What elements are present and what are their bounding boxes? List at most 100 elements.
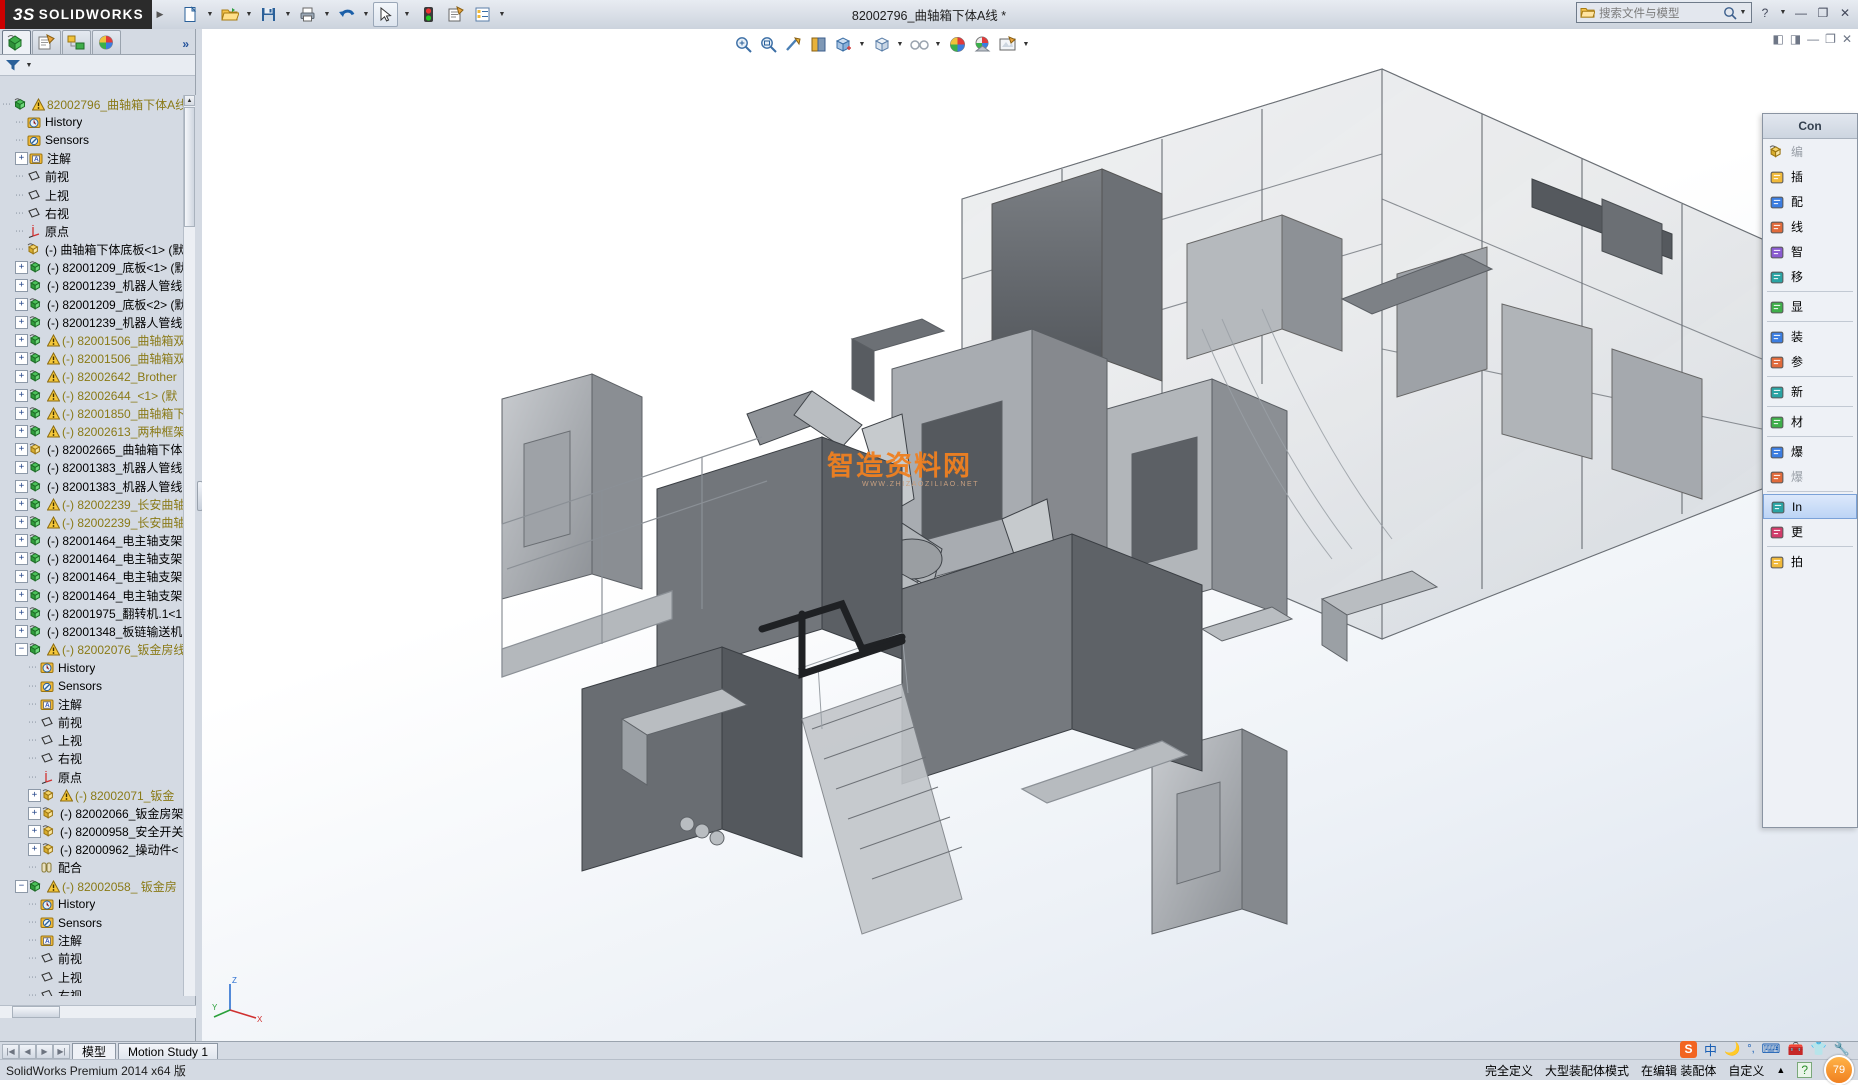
- tree-item[interactable]: ⋯ 上视: [0, 732, 196, 750]
- tree-item[interactable]: + (-) 82001506_曲轴箱双: [0, 331, 196, 349]
- feature-tree[interactable]: ⋯ 82002796_曲轴箱下体A线 ⋯ History ⋯ Sensors + A 注解 ⋯ 前视…: [0, 95, 196, 996]
- expand-icon[interactable]: +: [15, 279, 28, 293]
- expand-icon[interactable]: +: [15, 443, 28, 457]
- expand-icon[interactable]: +: [15, 479, 28, 493]
- new-document-button[interactable]: [178, 2, 203, 27]
- open-document-caret-icon[interactable]: ▼: [244, 11, 254, 18]
- print-button[interactable]: [295, 2, 320, 27]
- minimize-button[interactable]: —: [1792, 3, 1810, 22]
- viewport-restore-button[interactable]: ❐: [1825, 32, 1836, 46]
- tree-item[interactable]: + (-) 82002642_Brother: [0, 368, 196, 386]
- tree-item[interactable]: + (-) 82001464_电主轴支架: [0, 532, 196, 550]
- rebuild-button[interactable]: [416, 2, 441, 27]
- explode-line-sketch-item[interactable]: 爆: [1763, 464, 1857, 489]
- tree-item[interactable]: + (-) 82002239_长安曲轴: [0, 513, 196, 531]
- tree-item[interactable]: + (-) 82002239_长安曲轴: [0, 495, 196, 513]
- toolbox-icon[interactable]: 🧰: [1787, 1041, 1803, 1057]
- display-manager-tab[interactable]: [92, 30, 121, 54]
- tree-item[interactable]: + (-) 82001464_电主轴支架: [0, 568, 196, 586]
- save-button[interactable]: [256, 2, 281, 27]
- feature-tree-scrollbar[interactable]: ▲: [183, 95, 195, 996]
- tree-item[interactable]: ⋯ History: [0, 895, 196, 913]
- edit-component-item[interactable]: 编: [1763, 139, 1857, 164]
- customize-caret-icon[interactable]: ▼: [497, 11, 507, 18]
- tree-item[interactable]: ⋯ Sensors: [0, 677, 196, 695]
- expand-icon[interactable]: +: [28, 788, 41, 802]
- tree-item[interactable]: ⋯ 82002796_曲轴箱下体A线: [0, 95, 196, 113]
- expand-icon[interactable]: +: [15, 406, 28, 420]
- notification-counter[interactable]: 79: [1824, 1055, 1854, 1085]
- tile-left-button[interactable]: ◧: [1772, 32, 1783, 46]
- status-customize-caret-icon[interactable]: ▲: [1776, 1065, 1785, 1075]
- tree-item[interactable]: ⋯ 前视: [0, 168, 196, 186]
- tree-item[interactable]: + (-) 82001348_板链输送机: [0, 622, 196, 640]
- search-input[interactable]: 搜索文件与模型 ▼: [1576, 2, 1752, 23]
- display-style-caret-icon[interactable]: ▼: [895, 41, 905, 48]
- select-caret-button[interactable]: ▼: [400, 2, 414, 27]
- manager-tabs-overflow[interactable]: »: [182, 37, 189, 51]
- context-toolbar-panel[interactable]: Con 编插配线智移显装参新材爆爆 In 更拍: [1762, 113, 1858, 828]
- undo-caret-icon[interactable]: ▼: [361, 11, 371, 18]
- expand-icon[interactable]: +: [15, 570, 28, 584]
- tree-item[interactable]: + (-) 82002071_钣金: [0, 786, 196, 804]
- options-button[interactable]: [443, 2, 468, 27]
- tree-item[interactable]: ⋯ A 注解: [0, 695, 196, 713]
- tree-item[interactable]: ⋯ 原点: [0, 222, 196, 240]
- help-button[interactable]: ?: [1756, 3, 1774, 22]
- expand-icon[interactable]: +: [15, 334, 28, 348]
- tree-item[interactable]: − (-) 82002058_ 钣金房: [0, 877, 196, 895]
- graphics-viewport[interactable]: ▼ ▼ ▼ ▼ ◧ ◨ — ❐ ✕ 智造资料网 WWW.ZHIZAOZILIAO…: [202, 29, 1858, 1042]
- previous-view-button[interactable]: [782, 33, 804, 55]
- tree-item[interactable]: ⋯ History: [0, 659, 196, 677]
- filter-caret-icon[interactable]: ▼: [24, 62, 34, 69]
- tree-item[interactable]: ⋯ 右视: [0, 750, 196, 768]
- help-caret-icon[interactable]: ▼: [1778, 9, 1788, 16]
- expand-icon[interactable]: +: [15, 534, 28, 548]
- take-snapshot-item[interactable]: 拍: [1763, 549, 1857, 574]
- collapse-icon[interactable]: −: [15, 879, 28, 893]
- move-component-item[interactable]: 移: [1763, 264, 1857, 289]
- tree-item[interactable]: + (-) 82002665_曲轴箱下体: [0, 441, 196, 459]
- tree-item[interactable]: ⋯ Sensors: [0, 131, 196, 149]
- ime-mode-label[interactable]: 中: [1704, 1040, 1717, 1059]
- nav-last-button[interactable]: ▶|: [53, 1043, 70, 1059]
- expand-icon[interactable]: +: [15, 261, 28, 275]
- undo-button[interactable]: [334, 2, 359, 27]
- tree-item[interactable]: ⋯ 原点: [0, 768, 196, 786]
- view-orientation-button[interactable]: [832, 33, 854, 55]
- linear-pattern-item[interactable]: 线: [1763, 214, 1857, 239]
- configuration-manager-tab[interactable]: [62, 30, 91, 54]
- tree-item[interactable]: + (-) 82001239_机器人管线: [0, 277, 196, 295]
- tile-right-button[interactable]: ◨: [1790, 32, 1801, 46]
- expand-icon[interactable]: +: [15, 461, 28, 475]
- tree-item[interactable]: ⋯ 前视: [0, 713, 196, 731]
- tree-item[interactable]: ⋯ 右视: [0, 204, 196, 222]
- tree-item[interactable]: + (-) 82001239_机器人管线: [0, 313, 196, 331]
- expand-icon[interactable]: +: [15, 515, 28, 529]
- customize-button[interactable]: [470, 2, 495, 27]
- reference-geometry-item[interactable]: 参: [1763, 349, 1857, 374]
- view-settings-button[interactable]: [996, 33, 1018, 55]
- expand-icon[interactable]: +: [28, 825, 41, 839]
- scroll-thumb[interactable]: [184, 107, 195, 227]
- tree-item[interactable]: + (-) 82001464_电主轴支架: [0, 586, 196, 604]
- tree-item[interactable]: ⋯ 上视: [0, 968, 196, 986]
- feature-tree-hscrollbar[interactable]: [0, 1005, 196, 1018]
- instant3d-item[interactable]: In: [1763, 494, 1857, 519]
- tree-item[interactable]: ⋯ 配合: [0, 859, 196, 877]
- print-caret-icon[interactable]: ▼: [322, 11, 332, 18]
- collapse-icon[interactable]: −: [15, 643, 28, 657]
- mate-item[interactable]: 配: [1763, 189, 1857, 214]
- tree-item[interactable]: + (-) 82000958_安全开关: [0, 823, 196, 841]
- insert-components-item[interactable]: 插: [1763, 164, 1857, 189]
- tree-item[interactable]: ⋯ (-) 曲轴箱下体底板<1> (默: [0, 241, 196, 259]
- section-view-button[interactable]: [807, 33, 829, 55]
- expand-icon[interactable]: +: [15, 606, 28, 620]
- tree-item[interactable]: + (-) 82001209_底板<2> (默: [0, 295, 196, 313]
- comma-icon[interactable]: °,: [1747, 1043, 1754, 1055]
- help-badge-icon[interactable]: ?: [1797, 1062, 1812, 1078]
- tree-item[interactable]: + (-) 82000962_操动件<: [0, 841, 196, 859]
- tree-item[interactable]: + (-) 82002066_钣金房架: [0, 804, 196, 822]
- feature-tree-filter[interactable]: ▼: [0, 55, 195, 76]
- tree-item[interactable]: ⋯ A 注解: [0, 932, 196, 950]
